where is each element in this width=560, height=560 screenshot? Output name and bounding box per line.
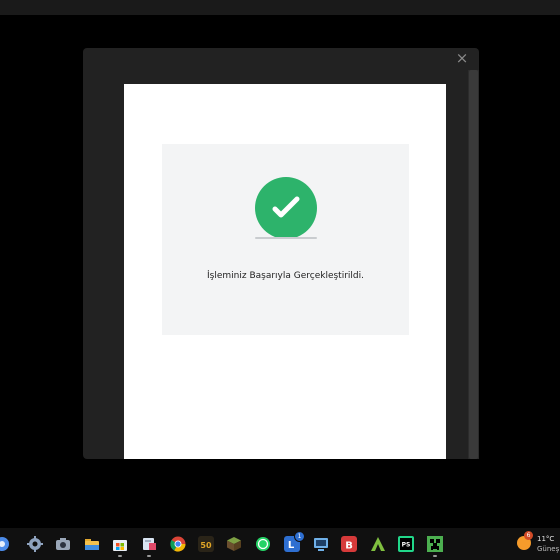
weather-temperature[interactable]: 11°C: [537, 535, 554, 543]
success-panel: İşleminiz Başarıyla Gerçekleştirildi.: [162, 144, 409, 335]
running-indicator: [433, 555, 437, 557]
close-button[interactable]: ×: [454, 50, 470, 66]
running-indicator: [118, 555, 122, 557]
store-icon[interactable]: [112, 536, 128, 552]
running-indicator: [147, 555, 151, 557]
screen-icon[interactable]: [313, 536, 329, 552]
pycharm-label: PS: [402, 542, 411, 549]
app-l-label: L: [288, 540, 295, 551]
app-b-label: B: [345, 541, 353, 552]
app-b-icon[interactable]: B: [341, 536, 357, 552]
weather-badge: 6: [524, 531, 533, 540]
top-bar: [0, 0, 560, 15]
pycharm-icon[interactable]: PS: [398, 536, 414, 552]
app-partial-icon[interactable]: [0, 536, 10, 552]
taskbar: 50 L 1 B PS 6 11°C Güneş: [0, 528, 560, 560]
app-50-label: 50: [200, 541, 212, 550]
modal-content-frame: İşleminiz Başarıyla Gerçekleştirildi.: [124, 84, 446, 459]
success-message: İşleminiz Başarıyla Gerçekleştirildi.: [207, 271, 364, 281]
folder-icon[interactable]: [84, 536, 100, 552]
notification-badge: 1: [294, 531, 305, 542]
minecraft-block-icon[interactable]: [226, 536, 242, 552]
app-50-icon[interactable]: 50: [198, 536, 214, 552]
snipping-tool-icon[interactable]: [141, 536, 157, 552]
gear-icon[interactable]: [27, 536, 43, 552]
camera-icon[interactable]: [55, 536, 71, 552]
weather-description[interactable]: Güneş: [537, 545, 559, 553]
scrollbar-thumb[interactable]: [469, 70, 478, 459]
success-modal: × İşleminiz Başarıyla Gerçekleştirildi.: [83, 48, 479, 459]
check-circle-icon: [253, 175, 319, 241]
whatsapp-icon[interactable]: [255, 536, 271, 552]
scrollbar[interactable]: [468, 70, 479, 459]
app-a-icon[interactable]: [370, 536, 386, 552]
chrome-icon[interactable]: [170, 536, 186, 552]
icon-underline: [255, 237, 317, 239]
creeper-icon[interactable]: [427, 536, 443, 552]
